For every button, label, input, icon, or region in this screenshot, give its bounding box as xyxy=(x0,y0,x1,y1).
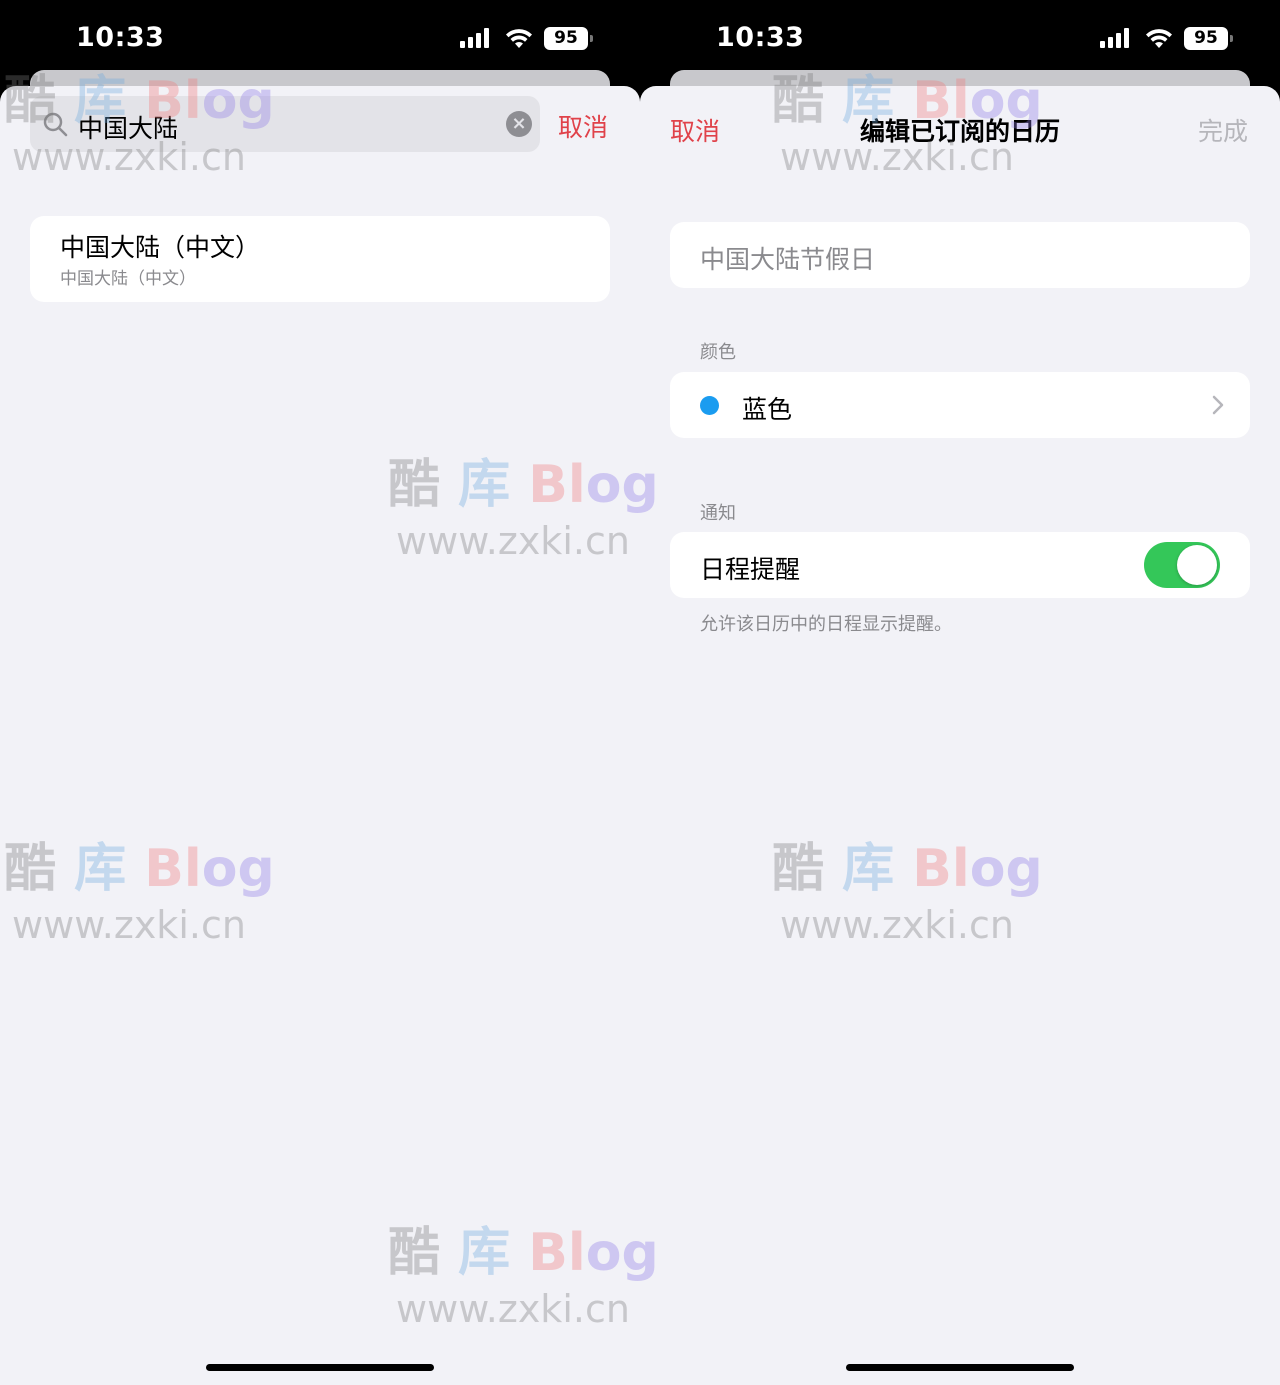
home-indicator[interactable] xyxy=(206,1364,434,1371)
color-row[interactable]: 蓝色 xyxy=(670,372,1250,438)
event-alerts-footnote: 允许该日历中的日程显示提醒。 xyxy=(700,614,952,635)
color-value: 蓝色 xyxy=(742,395,793,424)
left-phone-screen: 10:33 95 中国大陆 × 取消 中国大陆（中文） 中国大陆（中文） xyxy=(0,0,640,1385)
status-bar: 10:33 95 xyxy=(0,0,640,80)
right-phone-screen: 10:33 95 编辑已订阅的日历 取消 完成 中国大陆节假日 颜色 蓝色 通知… xyxy=(640,0,1280,1385)
search-icon xyxy=(43,112,68,137)
color-swatch-icon xyxy=(700,396,719,415)
home-indicator[interactable] xyxy=(846,1364,1074,1371)
done-button[interactable]: 完成 xyxy=(1198,112,1248,148)
event-alerts-row: 日程提醒 xyxy=(670,532,1250,598)
status-time: 10:33 xyxy=(76,22,165,53)
result-title: 中国大陆（中文） xyxy=(60,233,261,262)
search-cancel-button[interactable]: 取消 xyxy=(558,108,608,144)
search-result-item[interactable]: 中国大陆（中文） 中国大陆（中文） xyxy=(30,216,610,302)
calendar-name-field[interactable]: 中国大陆节假日 xyxy=(670,222,1250,288)
wifi-icon xyxy=(506,29,532,48)
search-sheet: 中国大陆 × 取消 中国大陆（中文） 中国大陆（中文） xyxy=(0,86,640,1385)
cellular-signal-icon xyxy=(460,28,489,48)
notify-section-label: 通知 xyxy=(700,503,736,524)
status-bar: 10:33 95 xyxy=(640,0,1280,80)
event-alerts-toggle[interactable] xyxy=(1144,542,1220,588)
battery-icon: 95 xyxy=(1184,27,1233,50)
edit-calendar-sheet: 编辑已订阅的日历 取消 完成 中国大陆节假日 颜色 蓝色 通知 日程提醒 允许该… xyxy=(640,86,1280,1385)
clear-search-icon[interactable]: × xyxy=(506,111,532,137)
battery-icon: 95 xyxy=(544,27,593,50)
result-subtitle: 中国大陆（中文） xyxy=(60,269,196,289)
search-input[interactable]: 中国大陆 xyxy=(78,109,178,145)
color-section-label: 颜色 xyxy=(700,342,736,363)
chevron-right-icon xyxy=(1212,395,1224,415)
status-time: 10:33 xyxy=(716,22,805,53)
wifi-icon xyxy=(1146,29,1172,48)
search-bar[interactable]: 中国大陆 × xyxy=(30,96,540,152)
nav-title: 编辑已订阅的日历 xyxy=(859,117,1060,146)
toggle-knob xyxy=(1177,545,1217,585)
event-alerts-label: 日程提醒 xyxy=(700,555,801,584)
cancel-button[interactable]: 取消 xyxy=(670,112,720,148)
cellular-signal-icon xyxy=(1100,28,1129,48)
calendar-name-value: 中国大陆节假日 xyxy=(700,245,876,274)
